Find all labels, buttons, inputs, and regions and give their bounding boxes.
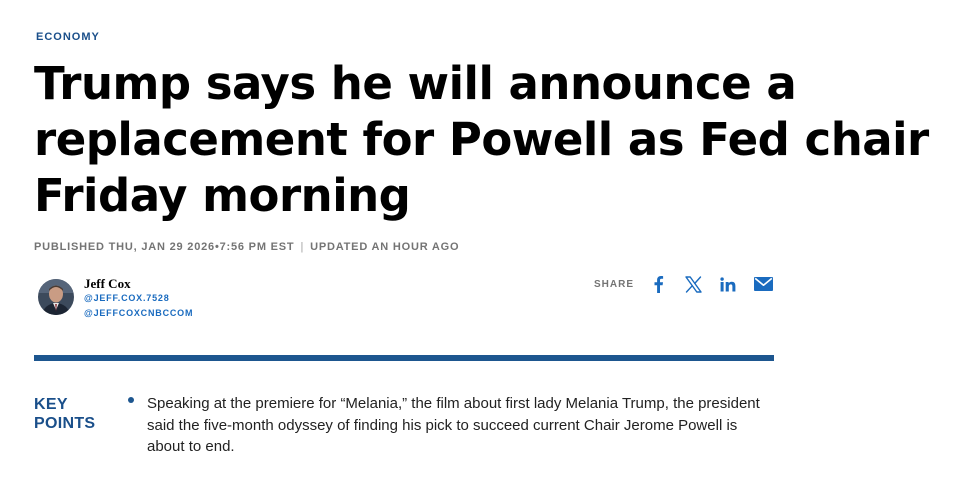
- author-info: Jeff Cox @JEFF.COX.7528 @JEFFCOXCNBCCOM: [84, 276, 193, 321]
- linkedin-icon: [720, 276, 736, 291]
- author-facebook-handle[interactable]: @JEFF.COX.7528: [84, 291, 193, 306]
- published-time: PUBLISHED THU, JAN 29 2026•7:56 PM EST: [34, 241, 295, 253]
- section-label-economy[interactable]: ECONOMY: [36, 31, 100, 43]
- share-facebook-button[interactable]: [646, 272, 670, 296]
- facebook-icon: [654, 276, 664, 293]
- share-bar: SHARE: [594, 272, 786, 296]
- author-avatar[interactable]: [38, 279, 74, 315]
- share-email-button[interactable]: [751, 272, 775, 296]
- email-icon: [753, 277, 773, 291]
- x-icon: [684, 275, 702, 293]
- section-divider: [34, 355, 774, 361]
- author-byline: Jeff Cox @JEFF.COX.7528 @JEFFCOXCNBCCOM: [38, 276, 193, 321]
- author-name[interactable]: Jeff Cox: [84, 276, 193, 291]
- share-label: SHARE: [594, 278, 635, 290]
- author-avatar-image: [38, 279, 74, 315]
- share-linkedin-button[interactable]: [716, 272, 740, 296]
- key-point-item: Speaking at the premiere for “Melania,” …: [128, 393, 768, 458]
- updated-time: UPDATED AN HOUR AGO: [310, 241, 460, 253]
- share-x-button[interactable]: [681, 272, 705, 296]
- key-points-list: Speaking at the premiere for “Melania,” …: [128, 393, 768, 458]
- timestamp-separator: |: [300, 241, 305, 253]
- key-point-text: Speaking at the premiere for “Melania,” …: [147, 395, 760, 455]
- bullet-icon: [128, 397, 134, 403]
- key-points-heading: KEY POINTS: [34, 396, 96, 432]
- article-headline: Trump says he will announce a replacemen…: [34, 57, 929, 222]
- author-x-handle[interactable]: @JEFFCOXCNBCCOM: [84, 306, 193, 321]
- article-timestamps: PUBLISHED THU, JAN 29 2026•7:56 PM EST | U…: [34, 241, 459, 253]
- article-page: ECONOMY Trump says he will announce a re…: [0, 0, 960, 479]
